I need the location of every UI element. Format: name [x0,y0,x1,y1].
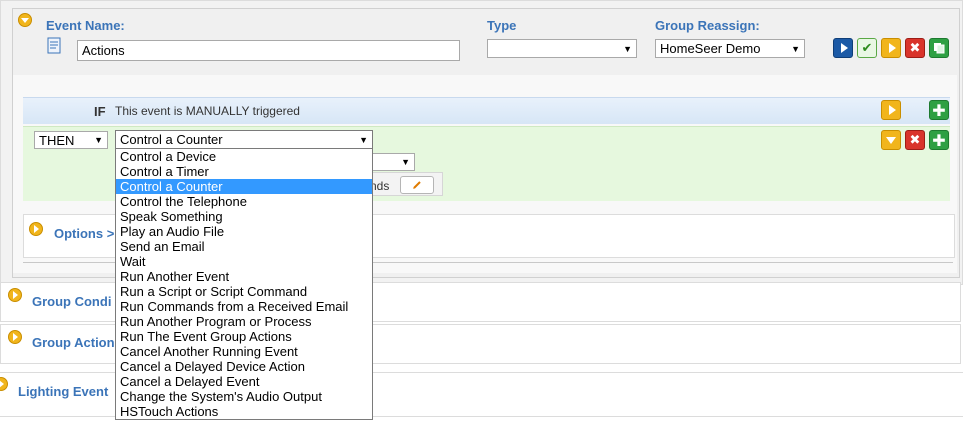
type-select[interactable]: ▼ [487,39,637,58]
group-conditions-label[interactable]: Group Condi [32,294,111,309]
group-reassign-select[interactable]: HomeSeer Demo ▼ [655,39,805,58]
play-icon [840,43,848,53]
dropdown-option[interactable]: Cancel a Delayed Event [116,374,372,389]
collapse-event-icon[interactable] [18,13,32,27]
if-keyword: IF [94,104,106,119]
copy-event-button[interactable] [929,38,949,58]
dropdown-option[interactable]: Run The Event Group Actions [116,329,372,344]
add-action-button[interactable]: ✚ [929,130,949,150]
type-label: Type [487,18,517,33]
copy-icon [934,43,945,54]
then-select[interactable]: THEN ▼ [34,131,108,149]
dropdown-option[interactable]: Speak Something [116,209,372,224]
dropdown-option[interactable]: Run Another Program or Process [116,314,372,329]
trigger-advance-button[interactable] [881,100,901,120]
dropdown-option[interactable]: Control a Counter [116,179,372,194]
dropdown-option[interactable]: Send an Email [116,239,372,254]
pencil-icon [413,181,421,189]
options-toggle[interactable]: Options > [54,226,114,241]
save-button[interactable]: ✔ [857,38,877,58]
expand-options-icon[interactable] [29,222,43,236]
dropdown-option[interactable]: Cancel Another Running Event [116,344,372,359]
event-name-input[interactable]: Actions [77,40,460,61]
plus-icon: ✚ [932,130,946,150]
add-trigger-button[interactable]: ✚ [929,100,949,120]
dropdown-option[interactable]: Control a Timer [116,164,372,179]
expand-group-actions-icon[interactable] [8,330,22,344]
check-icon: ✔ [861,40,873,56]
then-select-value: THEN [39,132,75,148]
advance-button[interactable] [881,38,901,58]
expand-group-conditions-icon[interactable] [8,288,22,302]
delete-action-button[interactable]: ✖ [905,130,925,150]
play-icon [888,43,896,53]
dropdown-option[interactable]: HSTouch Actions [116,404,372,419]
chevron-down-icon: ▼ [791,43,800,54]
play-icon [888,105,896,115]
lighting-events-label[interactable]: Lighting Event [18,384,108,399]
run-event-button[interactable] [833,38,853,58]
action-type-value: Control a Counter [120,132,223,147]
dropdown-option[interactable]: Control a Device [116,149,372,164]
action-type-dropdown[interactable]: Control a Device Control a Timer Control a… [115,148,373,420]
edit-button[interactable] [400,176,434,194]
close-icon: ✖ [909,132,921,148]
close-icon: ✖ [909,40,921,56]
chevron-down-icon: ▼ [401,157,410,167]
dropdown-option[interactable]: Play an Audio File [116,224,372,239]
chevron-down-icon [886,136,896,144]
dropdown-option[interactable]: Change the System's Audio Output [116,389,372,404]
dropdown-option[interactable]: Run Another Event [116,269,372,284]
dropdown-option[interactable]: Run a Script or Script Command [116,284,372,299]
group-reassign-label: Group Reassign: [655,18,760,33]
event-document-icon [46,37,64,55]
group-actions-label[interactable]: Group Action [32,335,115,350]
collapse-action-button[interactable] [881,130,901,150]
dropdown-option[interactable]: Wait [116,254,372,269]
dropdown-option[interactable]: Run Commands from a Received Email [116,299,372,314]
chevron-down-icon: ▼ [94,135,103,145]
delete-event-button[interactable]: ✖ [905,38,925,58]
trigger-text: This event is MANUALLY triggered [115,104,300,118]
event-name-label: Event Name: [46,18,125,33]
group-reassign-value: HomeSeer Demo [660,41,761,56]
dropdown-option[interactable]: Control the Telephone [116,194,372,209]
action-type-select[interactable]: Control a Counter ▼ [115,130,373,149]
chevron-down-icon: ▼ [359,134,368,145]
plus-icon: ✚ [932,100,946,120]
dropdown-option[interactable]: Cancel a Delayed Device Action [116,359,372,374]
chevron-down-icon: ▼ [623,43,632,54]
